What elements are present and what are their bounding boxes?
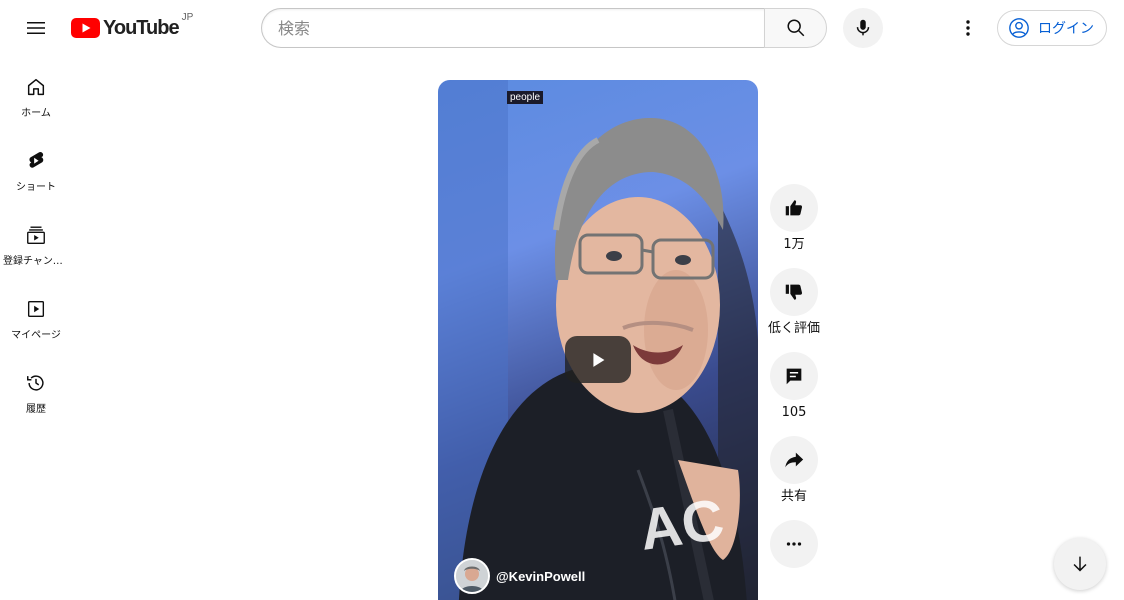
dislike-label: 低く評価 — [767, 321, 820, 336]
search-input[interactable] — [278, 18, 765, 38]
sidebar-item-label: 登録チャンネル — [3, 256, 69, 267]
sidebar-item-home[interactable]: ホーム — [0, 56, 72, 130]
channel-info: @KevinPowell — [454, 558, 585, 594]
like-count: 1万 — [783, 237, 805, 252]
guide-menu-button[interactable] — [16, 8, 56, 48]
comments-button[interactable] — [770, 352, 818, 400]
arrow-down-icon — [1073, 556, 1087, 572]
microphone-icon — [856, 19, 870, 36]
horizontal-dots-icon — [786, 542, 802, 546]
logo-wordmark: YouTube — [103, 17, 180, 39]
search-icon — [786, 19, 804, 37]
channel-handle[interactable]: @KevinPowell — [496, 569, 585, 584]
voice-search-button[interactable] — [843, 8, 883, 48]
sidebar-item-label: 履歴 — [26, 404, 46, 415]
svg-text:AC: AC — [636, 487, 728, 563]
dislike-button[interactable] — [769, 268, 818, 316]
share-button[interactable] — [770, 436, 818, 484]
share-arrow-icon — [785, 452, 804, 468]
masthead: YouTube JP ログイン — [0, 0, 1124, 56]
like-action: 1万 — [770, 184, 818, 260]
sidebar-item-shorts[interactable]: ショート — [0, 130, 72, 204]
channel-avatar[interactable] — [454, 558, 490, 594]
search-button[interactable] — [764, 8, 827, 48]
next-short-button[interactable] — [1054, 538, 1106, 590]
youtube-play-logo-icon — [71, 18, 100, 38]
play-button[interactable] — [565, 336, 631, 383]
logo-region-code: JP — [181, 12, 194, 23]
sidebar-item-label: ショート — [16, 182, 56, 193]
short-video-player[interactable]: AC people @KevinPowell — [438, 80, 758, 600]
settings-more-button[interactable] — [948, 8, 988, 48]
thumbs-down-icon — [785, 284, 803, 300]
account-circle-icon — [1009, 18, 1029, 38]
comments-action: 105 — [770, 352, 818, 428]
video-overlay-tag: people — [507, 91, 544, 104]
sidebar-item-label: マイページ — [11, 330, 61, 341]
history-icon — [27, 375, 44, 391]
sidebar-item-label: ホーム — [21, 108, 51, 119]
dislike-action: 低く評価 — [768, 268, 820, 344]
comment-count: 105 — [781, 405, 807, 420]
thumbs-up-icon — [785, 200, 803, 216]
hamburger-menu-icon — [27, 22, 45, 34]
avatar-portrait — [456, 560, 488, 592]
share-label: 共有 — [780, 489, 807, 504]
short-actions-column: 1万 低く評価 105 共有 — [766, 184, 822, 576]
more-actions-button[interactable] — [770, 520, 818, 568]
like-button[interactable] — [770, 184, 818, 232]
login-label: ログイン — [1038, 21, 1094, 37]
login-button[interactable]: ログイン — [997, 10, 1107, 46]
home-icon — [27, 78, 45, 96]
subscriptions-icon — [27, 226, 45, 244]
youtube-logo[interactable]: YouTube JP — [71, 12, 194, 42]
sidebar-item-library[interactable]: マイページ — [0, 278, 72, 352]
play-icon — [593, 352, 605, 367]
library-icon — [27, 300, 45, 318]
sidebar-item-history[interactable]: 履歴 — [0, 352, 72, 426]
share-action: 共有 — [770, 436, 818, 512]
more-action — [770, 520, 818, 568]
sidebar-item-subscriptions[interactable]: 登録チャンネル — [0, 204, 72, 278]
shorts-icon — [29, 152, 44, 168]
vertical-dots-icon — [966, 20, 970, 36]
search-box — [261, 8, 765, 48]
mini-guide-sidebar: ホーム ショート 登録チャンネル マイページ 履歴 — [0, 56, 72, 426]
comment-icon — [786, 368, 802, 385]
